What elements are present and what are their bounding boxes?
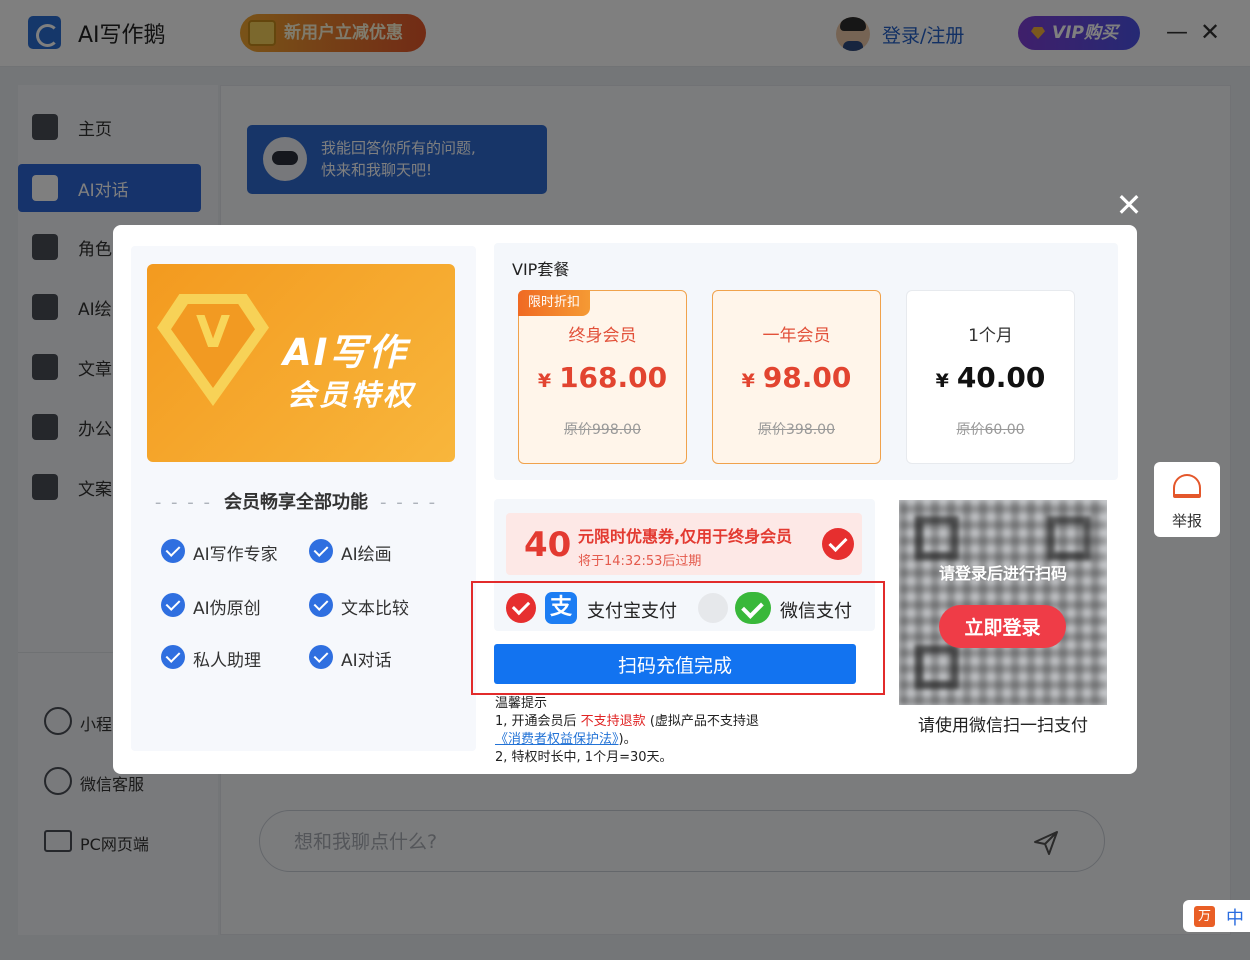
qr-finder — [1047, 516, 1091, 560]
currency-symbol: ¥ — [741, 370, 755, 392]
vip-plans-heading: VIP套餐 — [512, 260, 570, 279]
plan-original-price: 原价60.00 — [956, 422, 1025, 438]
ime-language-toggle[interactable]: 中 — [1226, 904, 1244, 930]
plan-price: ¥168.00 — [519, 361, 686, 394]
feature-label: AI伪原创 — [193, 599, 261, 619]
plan-price: ¥98.00 — [713, 361, 880, 394]
plan-name: 终身会员 — [568, 326, 637, 346]
plan-name: 1个月 — [968, 326, 1013, 346]
banner-title: AI写作 — [283, 331, 408, 374]
banner-subtitle: 会员特权 — [287, 378, 416, 412]
coupon-check-icon[interactable] — [822, 528, 854, 560]
tips-line-2: 2, 特权时长中, 1个月=30天。 — [495, 750, 673, 765]
check-icon — [309, 593, 333, 617]
tips-section: 温馨提示 1, 开通会员后 不支持退款 (虚拟产品不支持退 《消费者权益保护法》… — [495, 695, 865, 767]
plan-original-price: 原价398.00 — [758, 422, 835, 438]
member-banner: V AI写作 会员特权 — [147, 264, 455, 462]
feature-label: 私人助理 — [193, 651, 261, 671]
check-icon — [309, 539, 333, 563]
plan-price-value: 40.00 — [956, 361, 1046, 394]
feature-label: AI对话 — [341, 651, 392, 671]
vip-crest-letter: V — [171, 304, 255, 388]
tips-line-1-cont: 《消费者权益保护法》)。 — [495, 732, 637, 747]
consumer-law-link[interactable]: 《消费者权益保护法》 — [495, 732, 619, 747]
qr-login-hint: 请登录后进行扫码 — [938, 564, 1067, 583]
qr-code-area: 请登录后进行扫码 立即登录 — [899, 500, 1107, 705]
qr-caption: 请使用微信扫一扫支付 — [918, 716, 1088, 736]
qr-finder — [915, 645, 959, 689]
ime-logo-icon: 万 — [1194, 906, 1215, 927]
plan-original-price: 原价998.00 — [564, 422, 641, 438]
coupon-card[interactable]: 40 元限时优惠券,仅用于终身会员 将于14:32:53后过期 — [506, 513, 862, 575]
plan-card-monthly[interactable]: 1个月 ¥40.00 原价60.00 — [906, 290, 1075, 464]
alarm-icon — [1173, 474, 1201, 498]
vip-plans-panel: VIP套餐 限时折扣 终身会员 ¥168.00 原价998.00 一年会员 ¥9… — [494, 243, 1118, 480]
check-icon — [161, 593, 185, 617]
plan-price-value: 98.00 — [762, 361, 852, 394]
vip-purchase-modal: V AI写作 会员特权 会员畅享全部功能 AI写作专家 AI绘画 AI伪原创 文… — [113, 225, 1137, 774]
check-icon — [161, 645, 185, 669]
tips-line-1: 1, 开通会员后 不支持退款 (虚拟产品不支持退 — [495, 714, 759, 729]
report-button[interactable]: 举报 — [1154, 462, 1220, 537]
coupon-amount: 40 — [524, 525, 572, 565]
currency-symbol: ¥ — [537, 370, 552, 392]
modal-close-button[interactable]: ✕ — [1114, 189, 1144, 221]
check-icon — [161, 539, 185, 563]
qr-finder — [915, 516, 959, 560]
coupon-expire: 将于14:32:53后过期 — [578, 554, 702, 569]
coupon-title: 元限时优惠券,仅用于终身会员 — [578, 527, 793, 546]
feature-label: 文本比较 — [341, 599, 409, 619]
no-refund-text: 不支持退款 — [580, 714, 646, 729]
features-heading: 会员畅享全部功能 — [131, 488, 461, 514]
ime-toolbar[interactable]: 万 中 — [1183, 900, 1250, 932]
plan-price-value: 168.00 — [559, 361, 668, 394]
plan-card-yearly[interactable]: 一年会员 ¥98.00 原价398.00 — [712, 290, 881, 464]
member-benefits-panel: V AI写作 会员特权 会员畅享全部功能 AI写作专家 AI绘画 AI伪原创 文… — [131, 246, 476, 751]
check-icon — [309, 645, 333, 669]
login-now-button[interactable]: 立即登录 — [939, 605, 1066, 648]
report-label: 举报 — [1171, 512, 1202, 530]
feature-label: AI绘画 — [341, 545, 392, 565]
currency-symbol: ¥ — [935, 370, 949, 392]
tips-heading: 温馨提示 — [495, 696, 548, 711]
plan-price: ¥40.00 — [907, 361, 1074, 394]
highlight-annotation-box — [471, 581, 885, 695]
plan-card-lifetime[interactable]: 限时折扣 终身会员 ¥168.00 原价998.00 — [518, 290, 687, 464]
feature-label: AI写作专家 — [193, 545, 278, 565]
plan-name: 一年会员 — [762, 326, 831, 346]
discount-tag: 限时折扣 — [518, 290, 591, 316]
